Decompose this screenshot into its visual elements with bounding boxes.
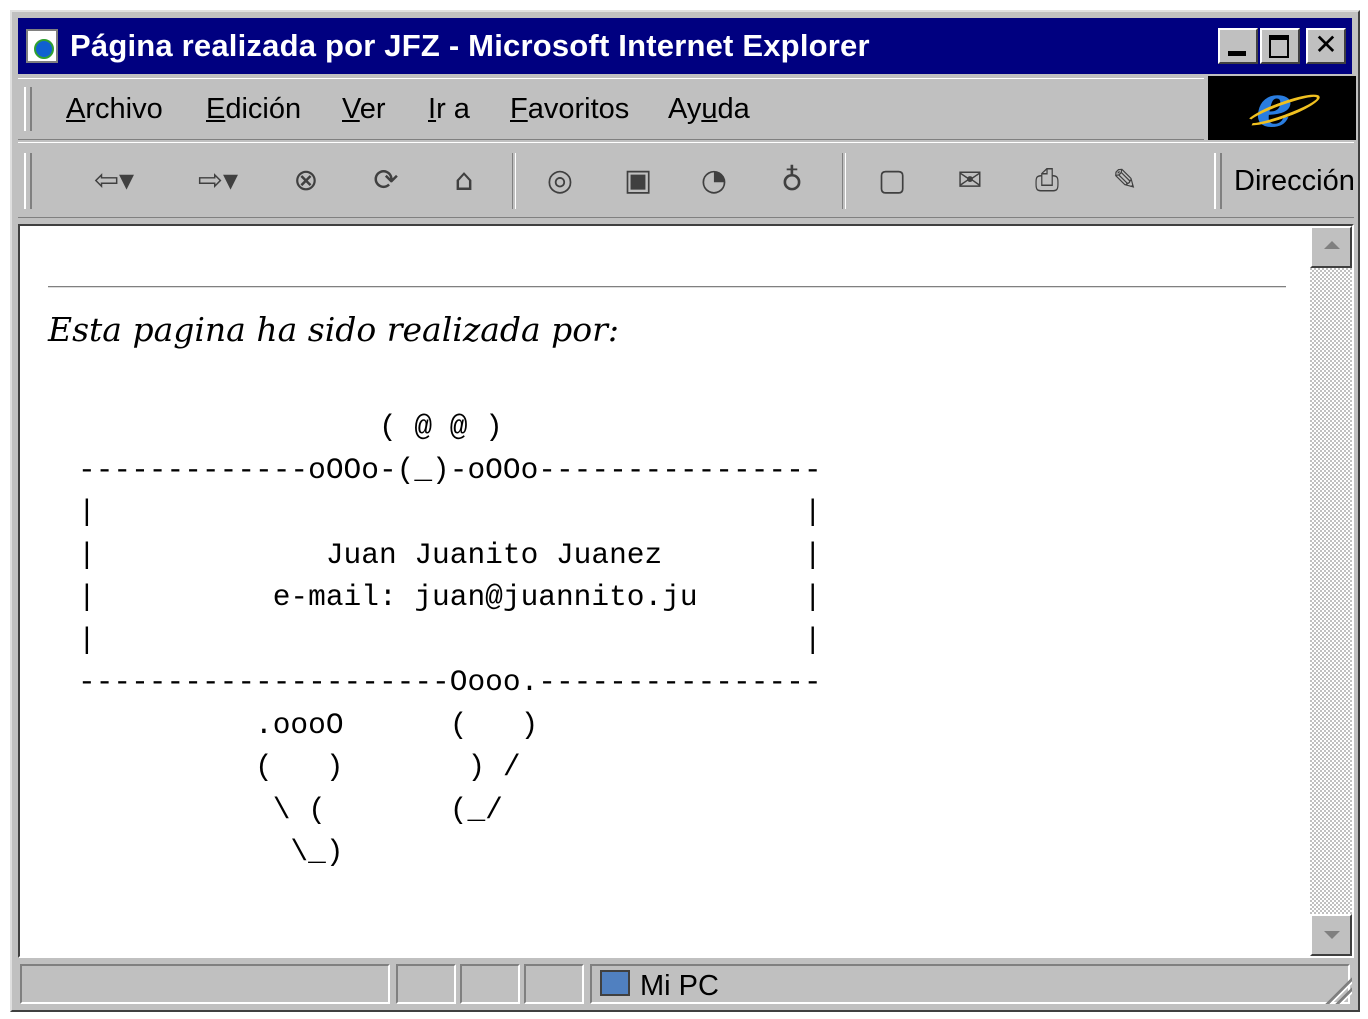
zone-label: Mi PC xyxy=(640,970,719,1002)
vertical-scrollbar[interactable] xyxy=(1310,226,1352,956)
window-title: Página realizada por JFZ - Microsoft Int… xyxy=(70,28,870,63)
menu-bar: Archivo Edición Ver Ir a Favoritos Ayuda xyxy=(18,78,1204,140)
minimize-button[interactable] xyxy=(1218,28,1258,64)
title-bar[interactable]: Página realizada por JFZ - Microsoft Int… xyxy=(18,18,1352,74)
status-bar: Mi PC xyxy=(18,962,1354,1006)
fullscreen-icon[interactable]: ▢ xyxy=(864,155,920,207)
search-icon[interactable]: ◎ xyxy=(532,155,588,207)
menu-edicion[interactable]: Edición xyxy=(206,93,301,126)
channels-icon[interactable]: ♁ xyxy=(766,155,818,207)
address-grip[interactable] xyxy=(1214,153,1222,209)
zone-pane: Mi PC xyxy=(590,964,1350,1004)
ie-logo: e xyxy=(1208,72,1356,140)
menu-ir-a[interactable]: Ir a xyxy=(428,93,470,126)
toolbar-separator xyxy=(842,153,846,209)
maximize-button[interactable] xyxy=(1260,28,1300,64)
stop-icon[interactable]: ⊗ xyxy=(280,155,332,207)
refresh-icon[interactable]: ⟳ xyxy=(360,155,412,207)
address-label[interactable]: Dirección xyxy=(1234,165,1355,198)
print-icon[interactable]: ⎙ xyxy=(1018,155,1076,207)
back-icon[interactable]: ⇦▾ xyxy=(74,155,154,207)
favorites-icon[interactable]: ▣ xyxy=(610,155,666,207)
forward-icon[interactable]: ⇨▾ xyxy=(178,155,258,207)
scroll-up-icon[interactable] xyxy=(1310,226,1352,268)
ascii-art-signature: ( @ @ ) -------------oOOo-(_)-oOOo------… xyxy=(78,410,822,869)
scroll-down-icon[interactable] xyxy=(1310,914,1352,956)
menu-archivo[interactable]: Archivo xyxy=(66,93,163,126)
intro-text: Esta pagina ha sido realizada por: xyxy=(48,310,620,349)
resize-grip-icon[interactable] xyxy=(1322,974,1352,1004)
mail-icon[interactable]: ✉ xyxy=(940,155,1000,207)
history-icon[interactable]: ◔ xyxy=(686,155,742,207)
toolbar-grip[interactable] xyxy=(24,153,32,209)
edit-icon[interactable]: ✎ xyxy=(1096,155,1154,207)
menubar-grip[interactable] xyxy=(24,87,32,131)
menu-favoritos[interactable]: Favoritos xyxy=(510,93,629,126)
page-content: Esta pagina ha sido realizada por: ( @ @… xyxy=(18,224,1354,958)
toolbar-separator xyxy=(512,153,516,209)
close-button[interactable]: ✕ xyxy=(1306,28,1346,64)
menu-ver[interactable]: Ver xyxy=(342,93,386,126)
status-text-pane xyxy=(20,964,390,1004)
menu-ayuda[interactable]: Ayuda xyxy=(668,93,750,126)
status-pane xyxy=(460,964,520,1004)
standard-toolbar: ⇦▾ ⇨▾ ⊗ ⟳ ⌂ ◎ ▣ ◔ ♁ ▢ ✉ ⎙ ✎ Dirección xyxy=(18,142,1355,218)
computer-icon xyxy=(600,970,630,996)
horizontal-rule xyxy=(48,286,1286,288)
status-pane xyxy=(524,964,584,1004)
ie-page-icon[interactable] xyxy=(26,29,58,63)
browser-window: Página realizada por JFZ - Microsoft Int… xyxy=(10,10,1360,1012)
status-pane xyxy=(396,964,456,1004)
home-icon[interactable]: ⌂ xyxy=(436,155,492,207)
